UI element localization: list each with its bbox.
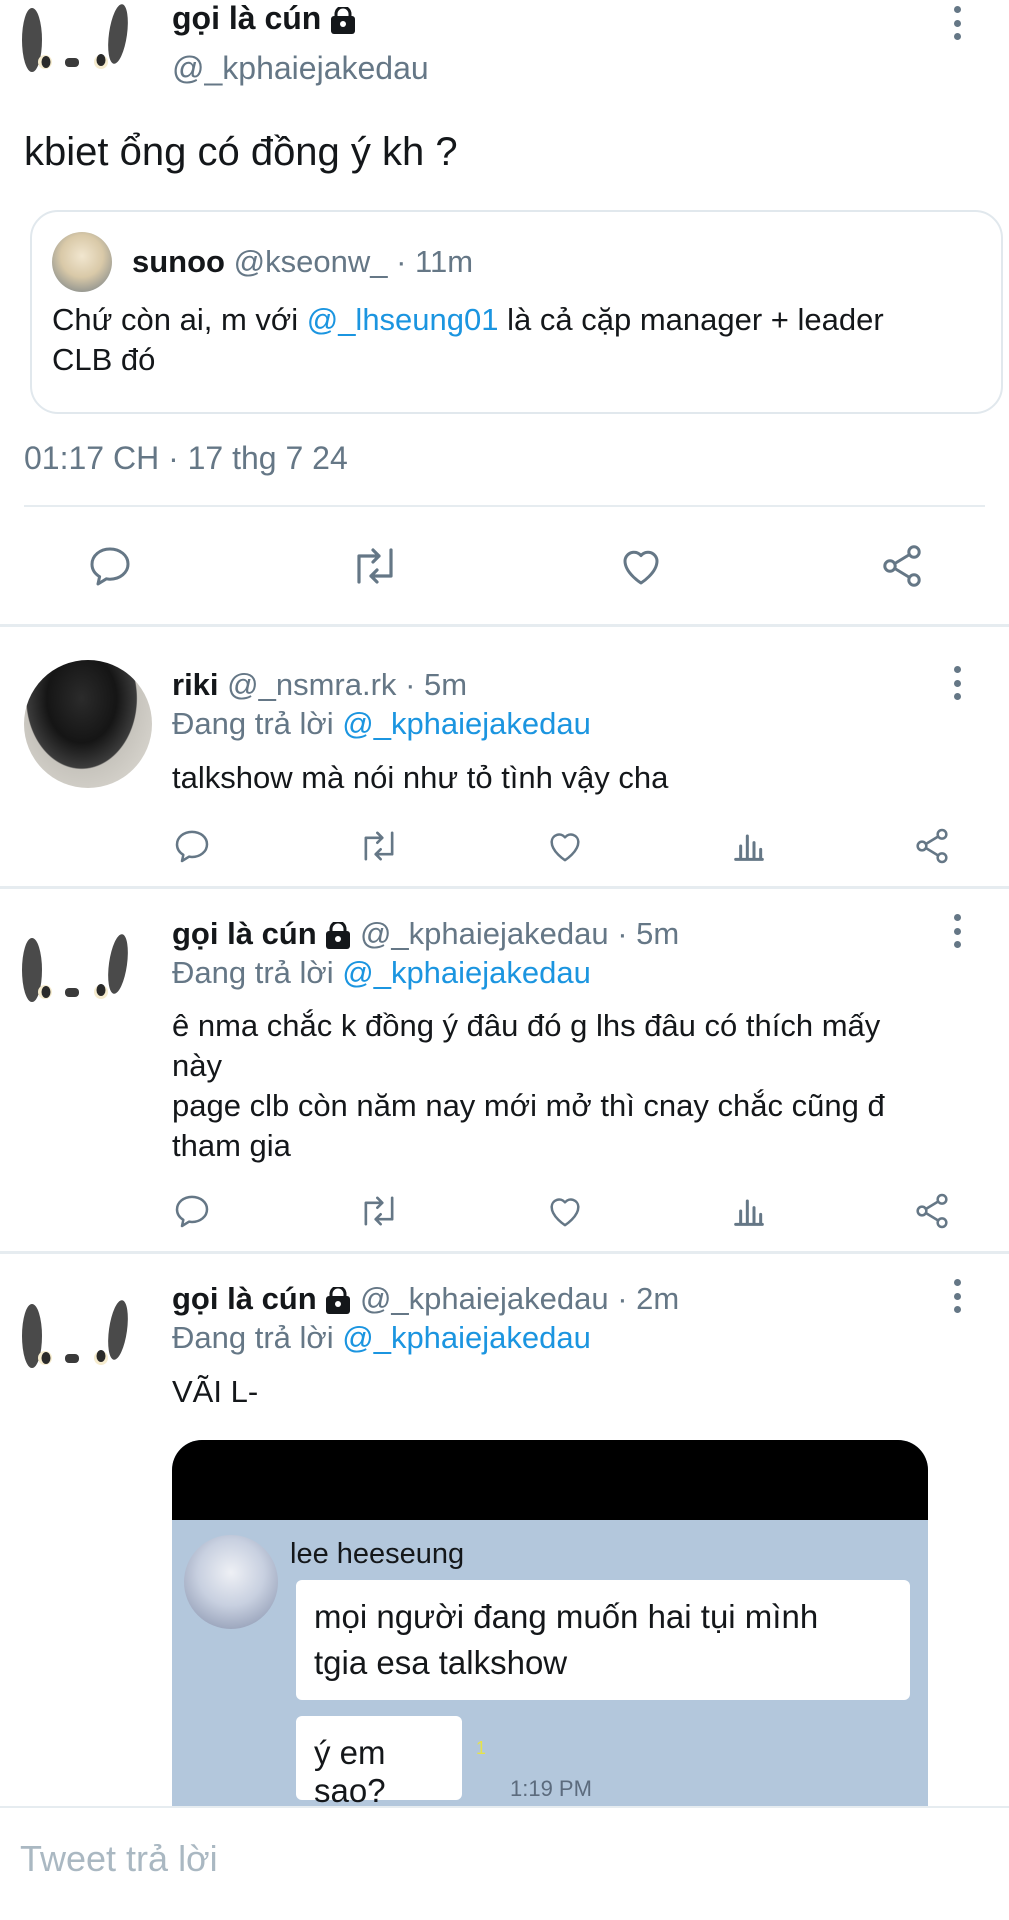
tweet-timestamp: 01:17 CH · 17 thg 7 24 xyxy=(24,440,348,476)
retweet-icon[interactable] xyxy=(347,542,403,590)
replying-to-mention[interactable]: @_kphaiejakedau xyxy=(342,1320,591,1355)
chat-bubble-line: mọi người đang muốn hai tụi mình xyxy=(314,1598,819,1635)
reply-header: gọi là cún @_kphaiejakedau · 2m xyxy=(172,1281,679,1317)
replying-to-mention[interactable]: @_kphaiejakedau xyxy=(342,706,591,741)
reply-header: gọi là cún @_kphaiejakedau · 5m xyxy=(172,916,679,952)
reply-action-bar xyxy=(172,1191,952,1231)
author-name[interactable]: gọi là cún xyxy=(172,0,356,36)
chat-bubble-line: tgia esa talkshow xyxy=(314,1644,568,1681)
more-icon[interactable] xyxy=(952,914,962,948)
quoted-mention[interactable]: @_lhseung01 xyxy=(307,302,499,337)
retweet-icon[interactable] xyxy=(356,1191,402,1231)
reply-text-line: tham gia xyxy=(172,1128,291,1163)
reply-handle[interactable]: @_nsmra.rk xyxy=(227,667,396,702)
reply-icon[interactable] xyxy=(172,1191,212,1231)
replying-to: Đang trả lời @_kphaiejakedau xyxy=(172,706,591,742)
reply-text-line: này xyxy=(172,1048,222,1083)
reply-text: ê nma chắc k đồng ý đâu đó g lhs đâu có … xyxy=(172,1006,972,1166)
quoted-header: sunoo @kseonw_ · 11m xyxy=(132,244,473,280)
share-icon[interactable] xyxy=(912,1191,952,1231)
reply-input[interactable] xyxy=(20,1838,920,1880)
section-divider xyxy=(0,1251,1009,1254)
chat-sender-name: lee heeseung xyxy=(290,1538,465,1570)
quoted-text-before: Chứ còn ai, m với xyxy=(52,302,307,337)
quoted-text: Chứ còn ai, m với @_lhseung01 là cả cặp … xyxy=(52,300,952,380)
like-icon[interactable] xyxy=(545,826,585,866)
tweet-text: kbiet ổng có đồng ý kh ? xyxy=(24,130,458,174)
more-icon[interactable] xyxy=(952,666,962,700)
analytics-icon[interactable] xyxy=(729,1191,769,1231)
reply-text: talkshow mà nói như tỏ tình vậy cha xyxy=(172,760,669,795)
analytics-icon[interactable] xyxy=(729,826,769,866)
reply-handle[interactable]: @_kphaiejakedau xyxy=(360,916,609,951)
reply-icon[interactable] xyxy=(86,542,134,590)
replying-to-mention[interactable]: @_kphaiejakedau xyxy=(342,955,591,990)
dog-avatar[interactable] xyxy=(18,1296,148,1386)
more-icon[interactable] xyxy=(952,1279,962,1313)
author-handle[interactable]: @_kphaiejakedau xyxy=(172,50,429,87)
chat-bubble: ý em sao? xyxy=(296,1716,462,1809)
reply-name[interactable]: gọi là cún xyxy=(172,1281,317,1316)
chat-avatar xyxy=(184,1535,278,1629)
reply-text-line: ê nma chắc k đồng ý đâu đó g lhs đâu có … xyxy=(172,1008,881,1043)
chat-time: 1:19 PM xyxy=(510,1776,592,1801)
reply-time: · 2m xyxy=(617,1281,680,1316)
chat-bubble: mọi người đang muốn hai tụi mình tgia es… xyxy=(296,1580,910,1700)
quoted-name: sunoo xyxy=(132,244,225,279)
reply-icon[interactable] xyxy=(172,826,212,866)
reply-name[interactable]: riki xyxy=(172,667,219,702)
replying-prefix: Đang trả lời xyxy=(172,955,343,990)
author-display-name[interactable]: gọi là cún xyxy=(172,0,321,36)
lock-icon xyxy=(331,6,356,34)
replying-prefix: Đang trả lời xyxy=(172,1320,343,1355)
retweet-icon[interactable] xyxy=(356,826,402,866)
share-icon[interactable] xyxy=(878,542,926,590)
main-action-bar xyxy=(86,542,926,590)
replying-prefix: Đang trả lời xyxy=(172,706,343,741)
share-icon[interactable] xyxy=(912,826,952,866)
divider xyxy=(24,505,985,507)
like-icon[interactable] xyxy=(617,542,665,590)
reply-action-bar xyxy=(172,826,952,866)
quoted-tweet-card[interactable]: sunoo @kseonw_ · 11m Chứ còn ai, m với @… xyxy=(30,210,1003,414)
riki-avatar[interactable] xyxy=(24,660,152,788)
replying-to: Đang trả lời @_kphaiejakedau xyxy=(172,1320,591,1356)
lock-icon xyxy=(326,1286,351,1314)
reply-header: riki @_nsmra.rk · 5m xyxy=(172,667,467,703)
quoted-handle: @kseonw_ xyxy=(233,244,388,279)
more-icon[interactable] xyxy=(952,6,962,40)
reply-text: VÃI L- xyxy=(172,1374,259,1409)
dog-avatar[interactable] xyxy=(18,0,148,90)
chat-read-count: 1 xyxy=(476,1738,487,1758)
section-divider xyxy=(0,886,1009,889)
reply-time: · 5m xyxy=(405,667,468,702)
reply-handle[interactable]: @_kphaiejakedau xyxy=(360,1281,609,1316)
reply-name[interactable]: gọi là cún xyxy=(172,916,317,951)
chat-header-bar xyxy=(172,1440,928,1520)
quoted-time: · 11m xyxy=(396,244,474,279)
dog-avatar[interactable] xyxy=(18,930,148,1020)
lock-icon xyxy=(326,921,351,949)
replying-to: Đang trả lời @_kphaiejakedau xyxy=(172,955,591,991)
quoted-avatar[interactable] xyxy=(52,232,112,292)
like-icon[interactable] xyxy=(545,1191,585,1231)
reply-time: · 5m xyxy=(617,916,680,951)
attached-chat-image[interactable]: lee heeseung mọi người đang muốn hai tụi… xyxy=(172,1440,928,1810)
section-divider xyxy=(0,624,1009,627)
reply-text-line: page clb còn năm nay mới mở thì cnay chắ… xyxy=(172,1088,885,1123)
reply-compose-bar xyxy=(0,1806,1009,1920)
